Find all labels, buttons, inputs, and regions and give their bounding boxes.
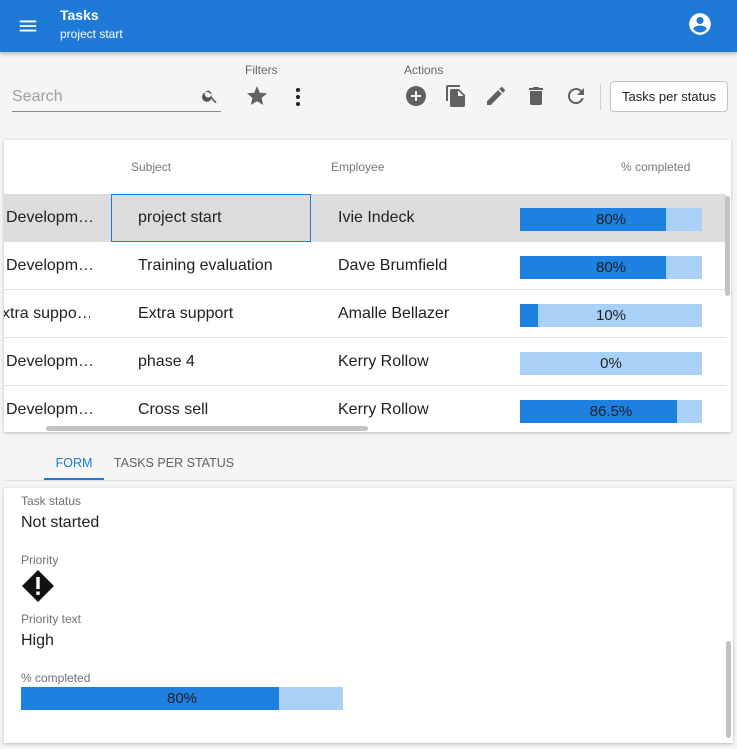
tasks-grid: Subject Employee % completed Developm… p… <box>4 140 731 432</box>
priority-text-label: Priority text <box>21 612 82 626</box>
cell-project: Developm… <box>6 257 94 274</box>
completion-bar-label: 80% <box>595 259 627 276</box>
cell-subject[interactable]: Extra support <box>138 290 308 338</box>
menu-icon[interactable] <box>14 12 42 40</box>
search-input[interactable] <box>12 86 192 108</box>
star-icon[interactable] <box>245 84 269 108</box>
search-icon[interactable] <box>201 87 219 105</box>
completion-bar-label: 80% <box>595 211 627 228</box>
cell-employee: Dave Brumfield <box>338 257 448 274</box>
add-icon[interactable] <box>404 84 428 108</box>
tasks-per-status-button[interactable]: Tasks per status <box>610 81 728 112</box>
tab-tasks-per-status[interactable]: TASKS PER STATUS <box>110 450 238 480</box>
copy-icon[interactable] <box>444 84 468 108</box>
app-subtitle: project start <box>60 27 123 41</box>
app-title: Tasks <box>60 7 99 23</box>
priority-text-value: High <box>21 632 54 649</box>
completion-bar: 10% <box>520 304 702 327</box>
horizontal-scrollbar[interactable] <box>46 426 368 431</box>
actions-label: Actions <box>404 63 444 77</box>
cell-project: xtra suppo… <box>4 305 90 322</box>
cell-subject[interactable]: phase 4 <box>138 338 308 386</box>
cell-employee: Kerry Rollow <box>338 353 429 370</box>
table-row[interactable]: Developm… project start Ivie Indeck 80% <box>4 194 726 242</box>
more-vert-icon[interactable] <box>286 85 310 109</box>
completed-label: % completed <box>21 671 91 685</box>
toolbar-divider <box>600 84 601 110</box>
task-status-value: Not started <box>21 514 100 531</box>
filters-label: Filters <box>245 63 278 77</box>
completion-bar: 80% <box>520 256 702 279</box>
tab-form[interactable]: FORM <box>44 450 104 480</box>
completion-bar: 86.5% <box>520 400 702 423</box>
delete-icon[interactable] <box>524 84 548 108</box>
table-row[interactable]: Developm… Training evaluation Dave Brumf… <box>4 242 726 290</box>
column-header-completed[interactable]: % completed <box>621 160 690 174</box>
cell-project: Developm… <box>6 209 94 226</box>
grid-header: Subject Employee % completed <box>4 140 731 194</box>
account-icon[interactable] <box>687 11 713 37</box>
tabs-divider <box>4 480 733 481</box>
completion-bar-label: 0% <box>600 355 622 372</box>
search-field <box>12 82 221 112</box>
refresh-icon[interactable] <box>564 84 588 108</box>
app-bar: Tasks project start <box>0 0 737 52</box>
form-vertical-scrollbar[interactable] <box>726 641 731 738</box>
vertical-scrollbar[interactable] <box>725 196 730 296</box>
priority-label: Priority <box>21 553 59 567</box>
table-row[interactable]: xtra suppo… Extra support Amalle Bellaze… <box>4 290 726 338</box>
column-header-subject[interactable]: Subject <box>131 160 171 174</box>
completion-bar-label: 86.5% <box>589 403 633 420</box>
completion-bar: 80% <box>520 208 702 231</box>
edit-icon[interactable] <box>484 84 508 108</box>
task-status-label: Task status <box>21 494 82 508</box>
column-header-employee[interactable]: Employee <box>331 160 384 174</box>
completion-bar-label: 10% <box>595 307 627 324</box>
form-completion-bar: 80% <box>21 687 343 710</box>
form-completion-bar-label: 80% <box>166 690 198 707</box>
cell-employee: Amalle Bellazer <box>338 305 450 322</box>
priority-high-icon <box>21 569 55 603</box>
task-form: Task status Not started Priority Priorit… <box>4 488 733 743</box>
cell-subject[interactable]: Training evaluation <box>138 242 308 290</box>
cell-subject[interactable]: project start <box>138 194 308 242</box>
completion-bar: 0% <box>520 352 702 375</box>
cell-employee: Ivie Indeck <box>338 209 415 226</box>
cell-project: Developm… <box>6 353 94 370</box>
table-row[interactable]: Developm… phase 4 Kerry Rollow 0% <box>4 338 726 386</box>
